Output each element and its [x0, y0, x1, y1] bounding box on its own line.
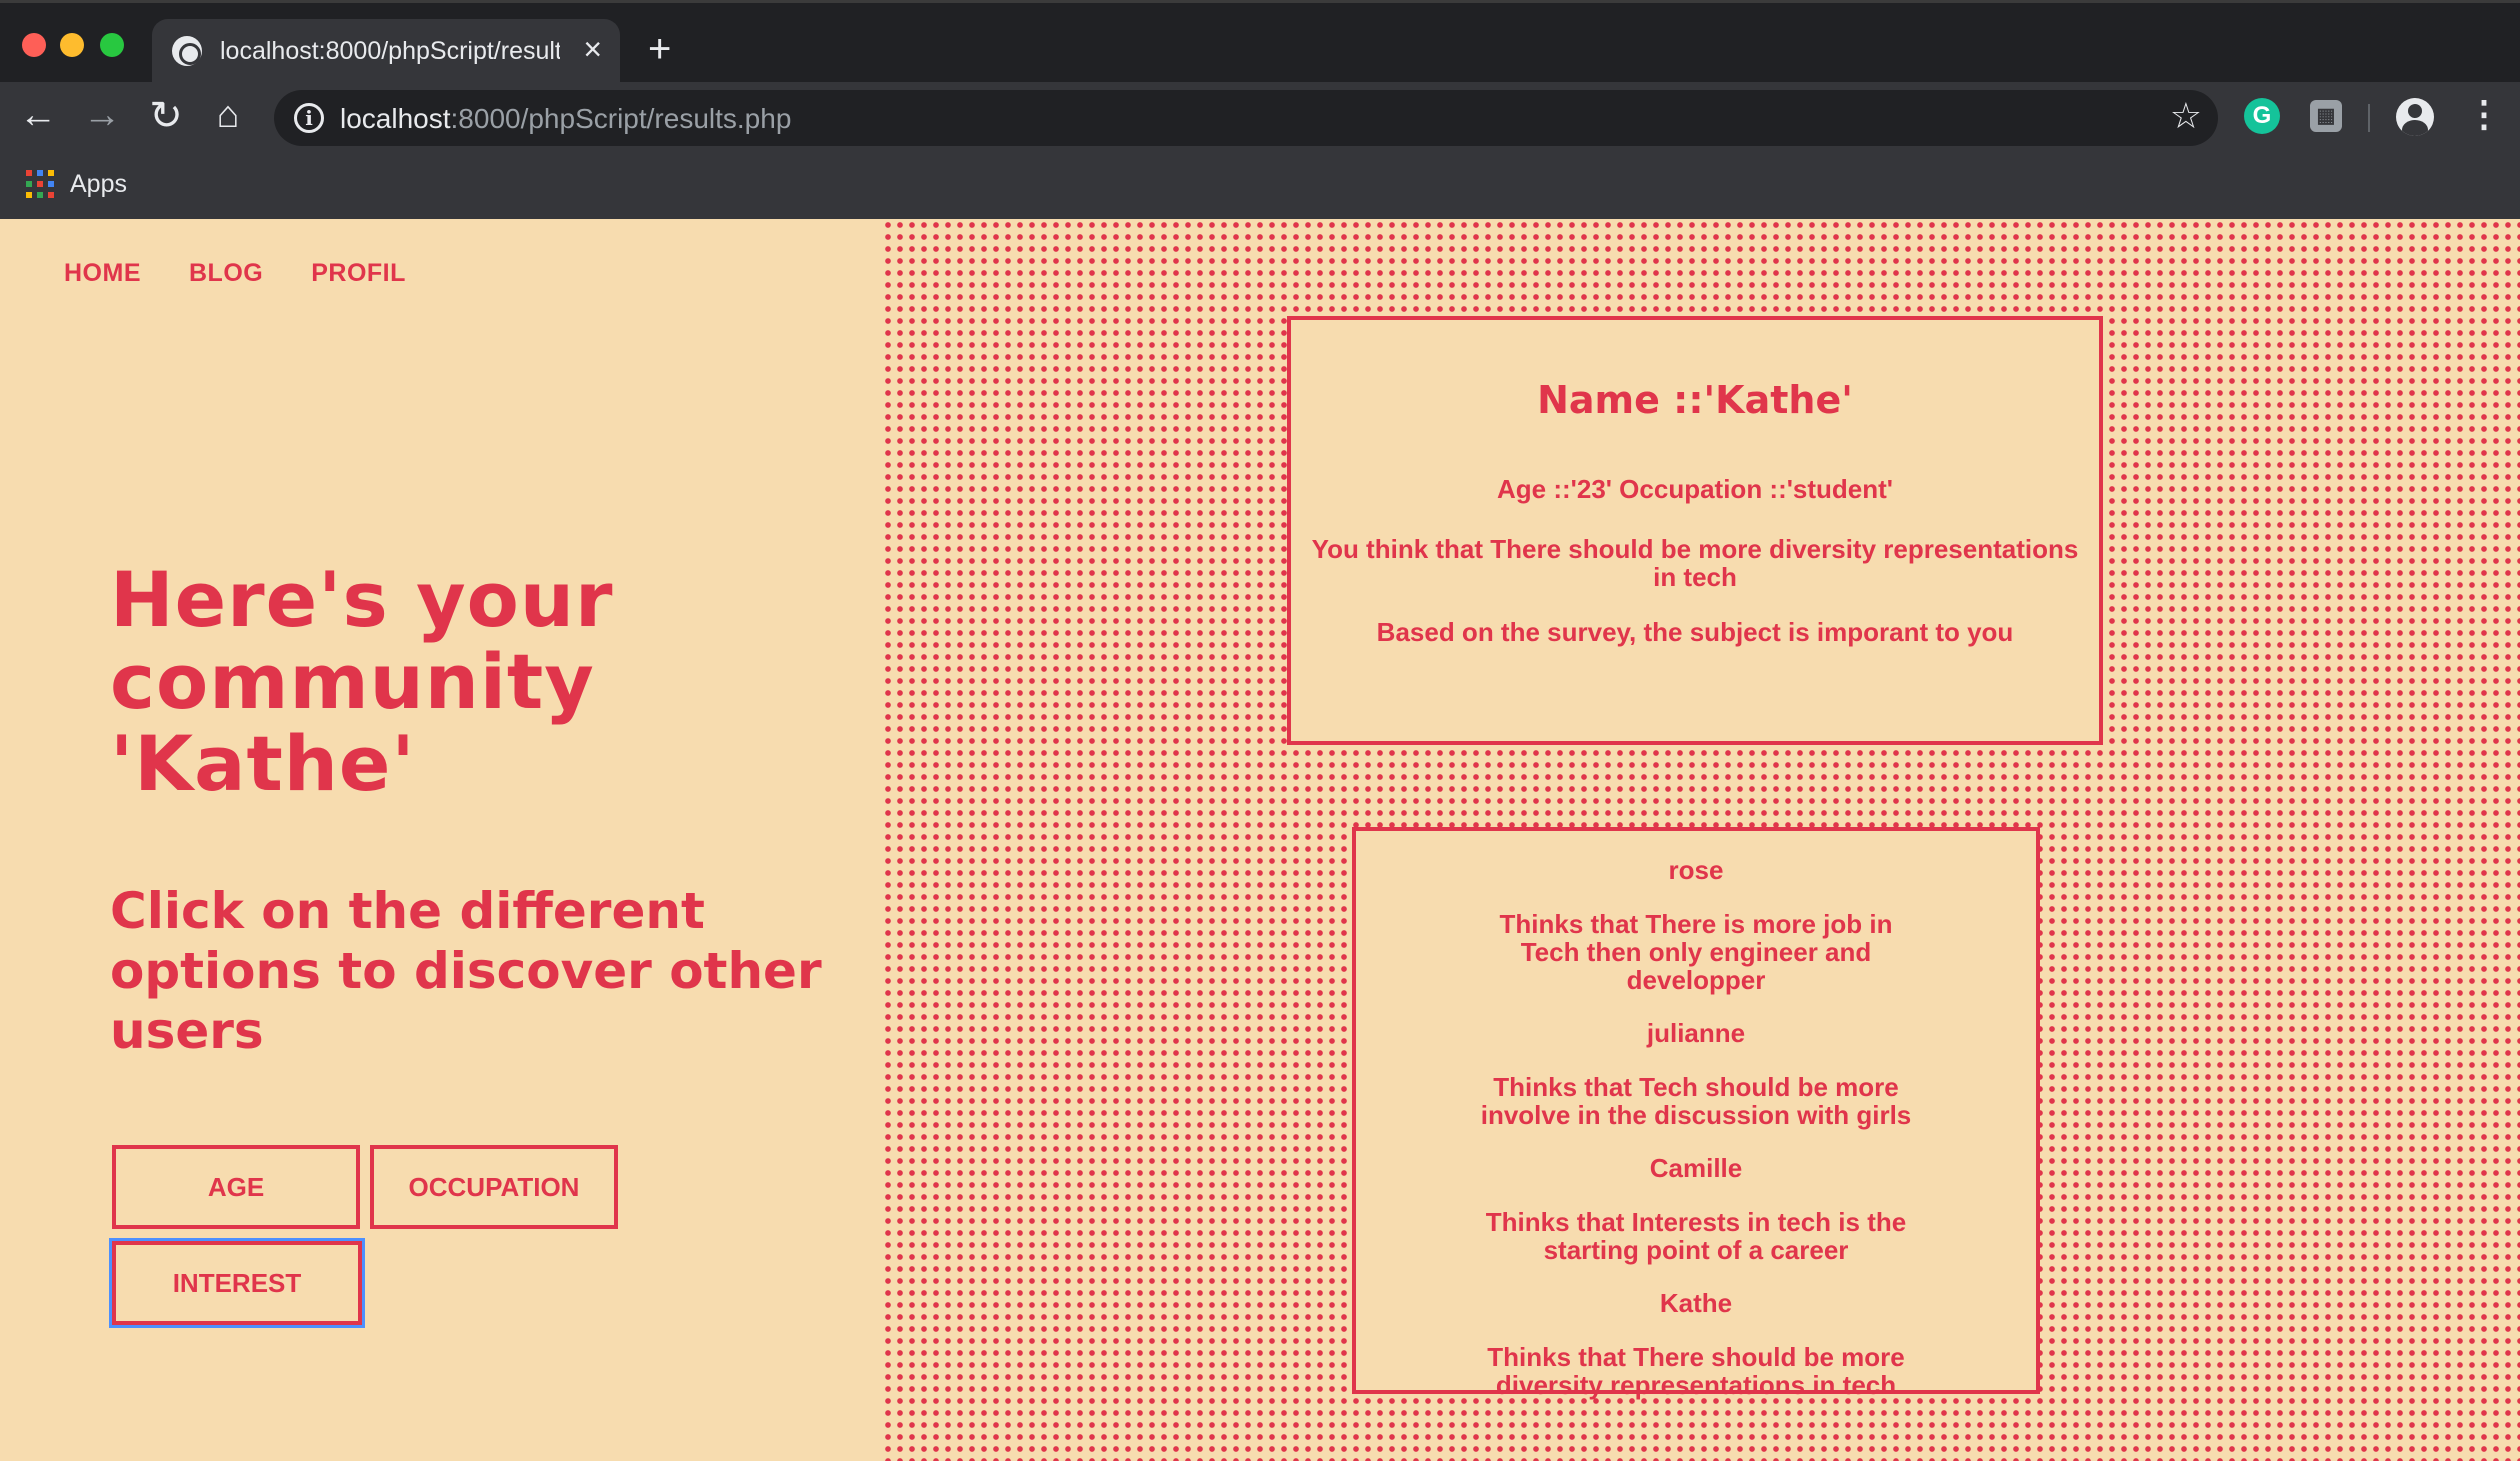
kebab-menu-icon[interactable]: ⋮ — [2466, 96, 2502, 132]
community-user-opinion: Thinks that There should be more diversi… — [1487, 1342, 1905, 1400]
community-user-opinion: Thinks that There is more job in Tech th… — [1499, 909, 1893, 995]
page-headline: Here's your community 'Kathe' — [110, 555, 614, 808]
profile-verdict: Based on the survey, the subject is impo… — [1376, 617, 2014, 647]
community-user-name: julianne — [1646, 1018, 1746, 1048]
bookmark-star-icon[interactable]: ☆ — [2170, 98, 2202, 134]
forward-arrow-icon[interactable]: → — [80, 96, 124, 134]
profile-card: Name ::'Kathe' Age ::'23' Occupation ::'… — [1287, 316, 2103, 745]
back-arrow-icon[interactable]: ← — [16, 96, 60, 134]
interest-filter-button[interactable]: INTEREST — [112, 1241, 362, 1325]
nav-home-link[interactable]: HOME — [64, 259, 141, 288]
page-content: HOME BLOG PROFIL Here's your community '… — [0, 219, 2520, 1461]
nav-profil-link[interactable]: PROFIL — [311, 259, 406, 288]
browser-chrome: localhost:8000/phpScript/results.php × +… — [0, 0, 2520, 219]
globe-icon — [172, 36, 202, 66]
minimize-window-button[interactable] — [60, 33, 84, 57]
maximize-window-button[interactable] — [100, 33, 124, 57]
info-icon[interactable]: i — [294, 103, 324, 133]
tab-title: localhost:8000/phpScript/results.php — [220, 37, 560, 65]
community-user-name: Camille — [1649, 1153, 1743, 1183]
community-list-card: rose Thinks that There is more job in Te… — [1352, 827, 2040, 1399]
apps-grid-icon[interactable] — [26, 170, 54, 198]
browser-tab-active[interactable]: localhost:8000/phpScript/results.php × — [152, 19, 620, 85]
apps-bookmark-label[interactable]: Apps — [70, 170, 127, 199]
reload-icon[interactable]: ↻ — [144, 96, 188, 136]
address-bar[interactable]: i localhost:8000/phpScript/results.php ☆ — [274, 90, 2218, 146]
main-nav: HOME BLOG PROFIL — [64, 259, 406, 288]
grammarly-extension-icon[interactable]: G — [2244, 98, 2280, 134]
url-path: :8000/phpScript/results.php — [450, 103, 792, 134]
home-icon[interactable]: ⌂ — [206, 96, 250, 134]
profile-avatar-icon[interactable] — [2396, 98, 2434, 136]
occupation-filter-button[interactable]: OCCUPATION — [370, 1145, 618, 1229]
age-filter-button[interactable]: AGE — [112, 1145, 360, 1229]
left-panel: HOME BLOG PROFIL Here's your community '… — [0, 219, 882, 1461]
community-user-name: Kathe — [1659, 1288, 1733, 1318]
close-tab-icon[interactable]: × — [583, 33, 602, 65]
browser-toolbar: ← → ↻ ⌂ i localhost:8000/phpScript/resul… — [0, 82, 2520, 154]
community-user-name: rose — [1668, 855, 1724, 885]
community-user-opinion: Thinks that Interests in tech is the sta… — [1485, 1207, 1907, 1265]
profile-opinion: You think that There should be more dive… — [1311, 534, 2079, 592]
community-user-opinion: Thinks that Tech should be more involve … — [1480, 1072, 1912, 1130]
tab-strip: localhost:8000/phpScript/results.php × + — [0, 0, 2520, 85]
bookmarks-bar: Apps — [0, 154, 2520, 219]
profile-name: Name ::'Kathe' — [1537, 378, 1853, 422]
page-subheadline: Click on the different options to discov… — [110, 882, 822, 1060]
extension-icon[interactable]: ▦ — [2310, 100, 2342, 132]
profile-age-occupation: Age ::'23' Occupation ::'student' — [1497, 474, 1893, 504]
new-tab-button[interactable]: + — [648, 29, 671, 69]
url-text[interactable]: localhost:8000/phpScript/results.php — [340, 103, 791, 135]
toolbar-divider — [2368, 104, 2370, 132]
nav-blog-link[interactable]: BLOG — [189, 259, 263, 288]
url-host: localhost — [340, 103, 451, 134]
close-window-button[interactable] — [22, 33, 46, 57]
